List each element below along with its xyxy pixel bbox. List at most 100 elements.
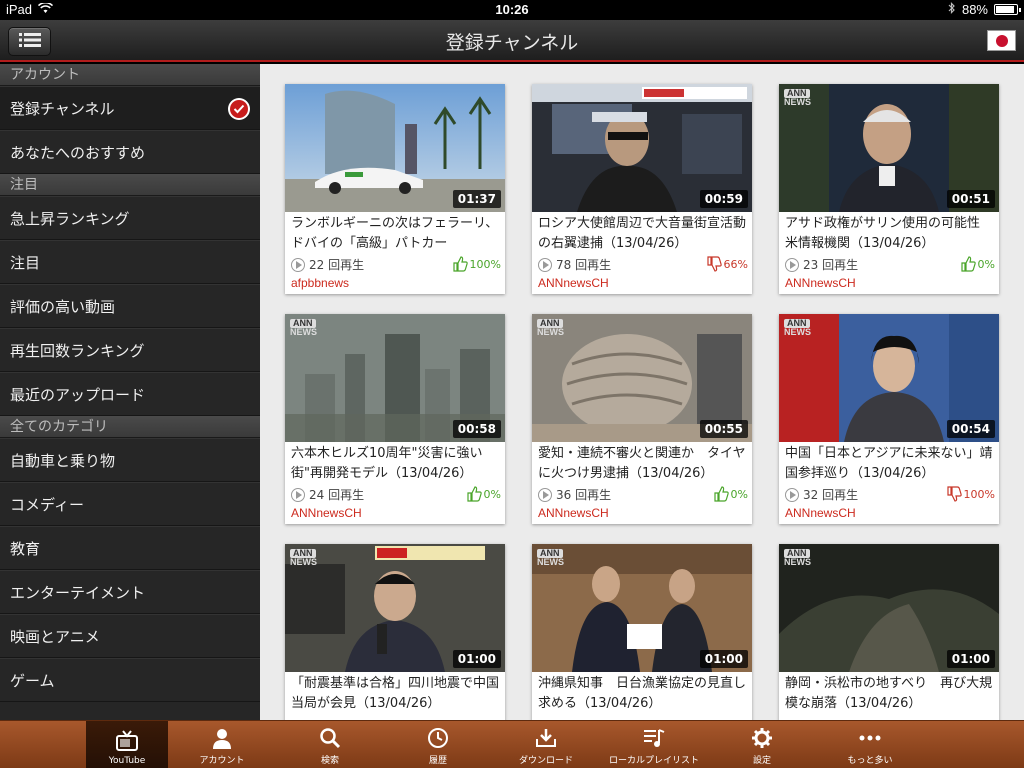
video-thumbnail[interactable]: 00:59 bbox=[532, 84, 752, 212]
video-title[interactable]: ランボルギーニの次はフェラーリ、ドバイの「高級」パトカー bbox=[291, 214, 501, 254]
download-icon bbox=[535, 723, 557, 753]
tab-history[interactable]: 履歴 bbox=[384, 721, 492, 768]
video-duration: 01:37 bbox=[452, 190, 501, 208]
video-thumbnail[interactable]: ANN NEWS 00:55 bbox=[532, 314, 752, 442]
video-card[interactable]: ANN NEWS 01:00 沖縄県知事 日台漁業協定の見直し求める（13/04/… bbox=[532, 544, 752, 720]
gear-icon bbox=[751, 723, 773, 753]
tab-account[interactable]: アカウント bbox=[168, 721, 276, 768]
tab-label: 設定 bbox=[752, 756, 771, 766]
sidebar-item-entertainment[interactable]: エンターテイメント bbox=[0, 570, 260, 614]
sidebar-item-top-rated[interactable]: 評価の高い動画 bbox=[0, 284, 260, 328]
sidebar: アカウント 登録チャンネル あなたへのおすすめ 注目 急上昇ランキング 注目 評… bbox=[0, 64, 260, 720]
battery-icon bbox=[994, 4, 1021, 15]
bluetooth-icon bbox=[948, 2, 956, 17]
video-duration: 01:00 bbox=[699, 650, 748, 668]
video-title[interactable]: 六本木ヒルズ10周年"災害に強い街"再開発モデル（13/04/26） bbox=[291, 444, 501, 484]
video-card[interactable]: ANN NEWS 00:58 六本木ヒルズ10周年"災害に強い街"再開発モデル（1… bbox=[285, 314, 505, 524]
ann-news-badge: ANN NEWS bbox=[290, 548, 317, 567]
play-count-icon bbox=[538, 487, 552, 502]
sidebar-item-gaming[interactable]: ゲーム bbox=[0, 658, 260, 702]
channel-link[interactable]: ANNnewsCH bbox=[538, 276, 609, 290]
search-icon bbox=[319, 723, 341, 753]
tab-label: アカウント bbox=[199, 756, 245, 766]
channel-link[interactable]: ANNnewsCH bbox=[538, 506, 609, 520]
video-thumbnail[interactable]: ANN NEWS 00:51 bbox=[779, 84, 999, 212]
clock-icon bbox=[427, 723, 449, 753]
video-thumbnail[interactable]: ANN NEWS 01:00 bbox=[779, 544, 999, 672]
rating-text: 0% bbox=[483, 487, 501, 501]
video-thumbnail[interactable]: ANN NEWS 01:00 bbox=[285, 544, 505, 672]
video-card[interactable]: 01:37 ランボルギーニの次はフェラーリ、ドバイの「高級」パトカー 22 回再… bbox=[285, 84, 505, 294]
tab-label: ダウンロード bbox=[518, 756, 573, 766]
rating-text: 100% bbox=[963, 487, 995, 501]
video-thumbnail[interactable]: ANN NEWS 00:54 bbox=[779, 314, 999, 442]
video-title[interactable]: 「耐震基準は合格」四川地震で中国当局が会見（13/04/26） bbox=[291, 674, 501, 714]
video-title[interactable]: アサド政権がサリン使用の可能性 米情報機関（13/04/26） bbox=[785, 214, 995, 254]
rating: 100% bbox=[946, 486, 995, 502]
sidebar-item-film-animation[interactable]: 映画とアニメ bbox=[0, 614, 260, 658]
tab-settings[interactable]: 設定 bbox=[708, 721, 816, 768]
video-duration: 00:51 bbox=[946, 190, 995, 208]
sidebar-item-autos[interactable]: 自動車と乗り物 bbox=[0, 438, 260, 482]
channel-link[interactable]: ANNnewsCH bbox=[291, 506, 362, 520]
tab-downloads[interactable]: ダウンロード bbox=[492, 721, 600, 768]
video-thumbnail[interactable]: 01:37 bbox=[285, 84, 505, 212]
person-icon bbox=[211, 723, 233, 753]
sidebar-item-education[interactable]: 教育 bbox=[0, 526, 260, 570]
rating: 0% bbox=[713, 486, 748, 502]
sidebar-item-recent-uploads[interactable]: 最近のアップロード bbox=[0, 372, 260, 416]
tab-label: ローカルプレイリスト bbox=[608, 756, 699, 766]
video-duration: 00:58 bbox=[452, 420, 501, 438]
video-card[interactable]: 00:59 ロシア大使館周辺で大音量街宣活動の右翼逮捕（13/04/26） 78… bbox=[532, 84, 752, 294]
sidebar-item-featured[interactable]: 注目 bbox=[0, 240, 260, 284]
video-title[interactable]: ロシア大使館周辺で大音量街宣活動の右翼逮捕（13/04/26） bbox=[538, 214, 748, 254]
battery-percent: 88% bbox=[961, 2, 988, 17]
video-duration: 01:00 bbox=[452, 650, 501, 668]
video-title[interactable]: 中国「日本とアジアに未来ない」靖国参拝巡り（13/04/26） bbox=[785, 444, 995, 484]
rating-text: 0% bbox=[730, 487, 748, 501]
rating-text: 66% bbox=[723, 257, 748, 271]
tab-label: 履歴 bbox=[428, 756, 447, 766]
page-title: 登録チャンネル bbox=[445, 32, 579, 54]
sidebar-item-label: 注目 bbox=[10, 254, 41, 272]
title-bar: 登録チャンネル bbox=[0, 20, 1024, 62]
sidebar-item-trending[interactable]: 急上昇ランキング bbox=[0, 196, 260, 240]
tab-youtube[interactable]: YouTube bbox=[86, 721, 168, 768]
sidebar-item-label: ゲーム bbox=[10, 672, 55, 690]
video-card[interactable]: ANN NEWS 01:00 「耐震基準は合格」四川地震で中国当局が会見（13/0… bbox=[285, 544, 505, 720]
sidebar-item-label: 評価の高い動画 bbox=[10, 298, 116, 316]
rating: 0% bbox=[960, 256, 995, 272]
video-card[interactable]: ANN NEWS 00:55 愛知・連続不審火と関連か タイヤに火つけ男逮捕（13… bbox=[532, 314, 752, 524]
thumbs-up-icon bbox=[466, 486, 482, 502]
region-flag-button[interactable] bbox=[987, 30, 1016, 51]
view-count-text: 36 回再生 bbox=[556, 488, 612, 502]
sidebar-item-label: 自動車と乗り物 bbox=[10, 452, 116, 470]
play-count-icon bbox=[785, 257, 799, 272]
video-card[interactable]: ANN NEWS 00:51 アサド政権がサリン使用の可能性 米情報機関（13/0… bbox=[779, 84, 999, 294]
video-thumbnail[interactable]: ANN NEWS 00:58 bbox=[285, 314, 505, 442]
sidebar-item-subscriptions[interactable]: 登録チャンネル bbox=[0, 86, 260, 130]
sidebar-item-label: 登録チャンネル bbox=[10, 100, 115, 118]
tab-search[interactable]: 検索 bbox=[276, 721, 384, 768]
video-title[interactable]: 愛知・連続不審火と関連か タイヤに火つけ男逮捕（13/04/26） bbox=[538, 444, 748, 484]
sidebar-item-comedy[interactable]: コメディー bbox=[0, 482, 260, 526]
thumbs-up-icon bbox=[713, 486, 729, 502]
tab-more[interactable]: もっと多い bbox=[816, 721, 924, 768]
video-thumbnail[interactable]: ANN NEWS 01:00 bbox=[532, 544, 752, 672]
channel-link[interactable]: ANNnewsCH bbox=[785, 276, 856, 290]
channel-link[interactable]: ANNnewsCH bbox=[785, 506, 856, 520]
play-count-icon bbox=[538, 257, 552, 272]
sidebar-section-categories: 全てのカテゴリ bbox=[0, 416, 260, 438]
view-count-text: 24 回再生 bbox=[309, 488, 365, 502]
sidebar-item-most-viewed[interactable]: 再生回数ランキング bbox=[0, 328, 260, 372]
sidebar-item-label: あなたへのおすすめ bbox=[10, 144, 146, 162]
video-card[interactable]: ANN NEWS 00:54 中国「日本とアジアに未来ない」靖国参拝巡り（13/0… bbox=[779, 314, 999, 524]
video-title[interactable]: 静岡・浜松市の地すべり 再び大規模な崩落（13/04/26） bbox=[785, 674, 995, 714]
view-count-text: 78 回再生 bbox=[556, 258, 612, 272]
tab-label: YouTube bbox=[108, 756, 146, 766]
video-title[interactable]: 沖縄県知事 日台漁業協定の見直し求める（13/04/26） bbox=[538, 674, 748, 714]
tab-local-playlist[interactable]: ローカルプレイリスト bbox=[600, 721, 708, 768]
video-card[interactable]: ANN NEWS 01:00 静岡・浜松市の地すべり 再び大規模な崩落（13/04… bbox=[779, 544, 999, 720]
sidebar-item-recommended[interactable]: あなたへのおすすめ bbox=[0, 130, 260, 174]
channel-link[interactable]: afpbbnews bbox=[291, 276, 349, 290]
